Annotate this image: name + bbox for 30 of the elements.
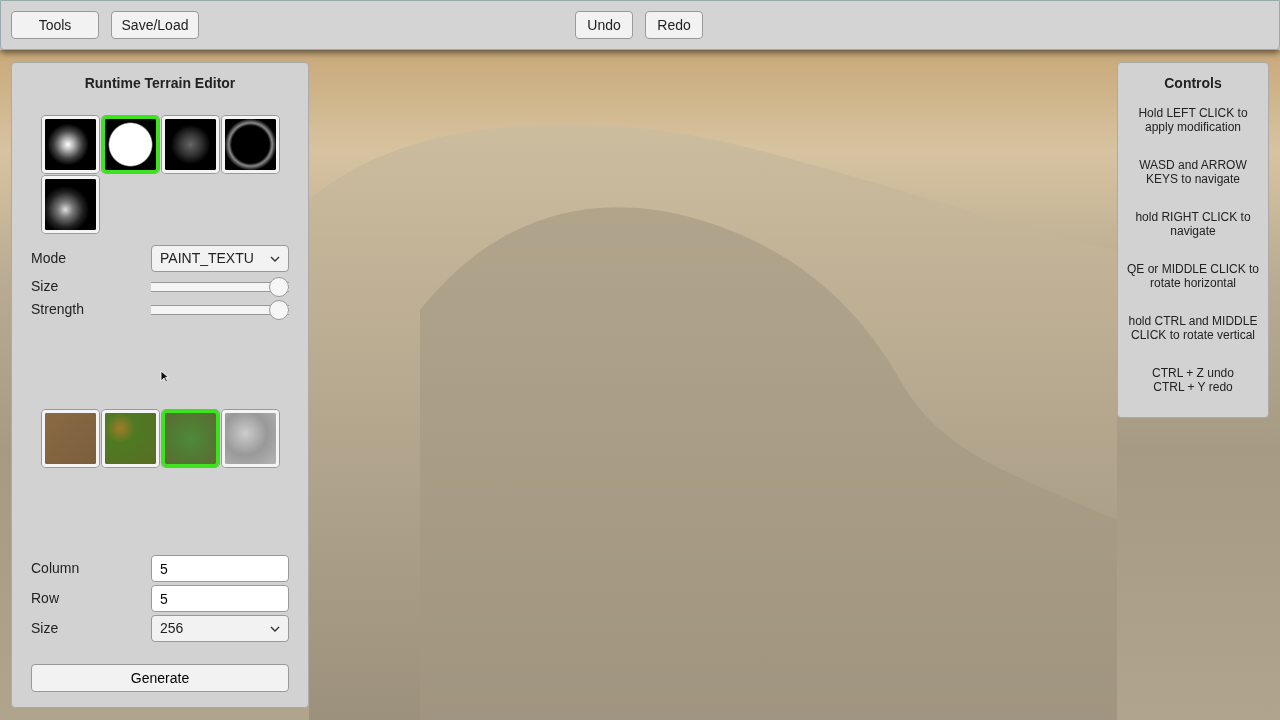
- hint-text: WASD and ARROW KEYS to navigate: [1138, 158, 1248, 186]
- chevron-down-icon: [270, 255, 280, 262]
- panel-title: Runtime Terrain Editor: [83, 74, 237, 93]
- panel-title: Controls: [1163, 74, 1223, 93]
- toolbar-button[interactable]: Redo: [645, 11, 703, 39]
- brush-tile[interactable]: [102, 116, 159, 173]
- field-label: Strength: [31, 300, 85, 319]
- field-label: Row: [31, 589, 60, 608]
- toolbar-button[interactable]: Undo: [575, 11, 633, 39]
- size-dropdown[interactable]: 256: [151, 615, 289, 642]
- chevron-down-icon: [270, 625, 280, 632]
- hint-text: hold CTRL and MIDDLE CLICK to rotate vertical: [1127, 314, 1259, 342]
- text-input[interactable]: 5: [151, 585, 289, 612]
- generate-button[interactable]: Generate: [31, 664, 289, 692]
- field-label: Mode: [31, 249, 68, 268]
- slider-thumb[interactable]: [269, 276, 289, 297]
- toolbar-button[interactable]: Tools: [11, 11, 99, 39]
- hint-text: hold RIGHT CLICK to navigate: [1134, 210, 1252, 238]
- text-input[interactable]: 5: [151, 555, 289, 582]
- field-label: Size: [31, 619, 60, 638]
- field-label: Column: [31, 559, 81, 578]
- slider-thumb[interactable]: [269, 299, 289, 320]
- mouse-cursor-icon: [160, 370, 169, 383]
- field-label: Size: [31, 277, 60, 296]
- texture-tile[interactable]: [162, 410, 219, 467]
- mode-dropdown[interactable]: PAINT_TEXTU: [151, 245, 289, 272]
- hint-text: CTRL + Z undo CTRL + Y redo: [1151, 366, 1235, 394]
- hint-text: QE or MIDDLE CLICK to rotate horizontal: [1125, 262, 1260, 290]
- toolbar-button[interactable]: Save/Load: [111, 11, 199, 39]
- hint-text: Hold LEFT CLICK to apply modification: [1137, 106, 1249, 134]
